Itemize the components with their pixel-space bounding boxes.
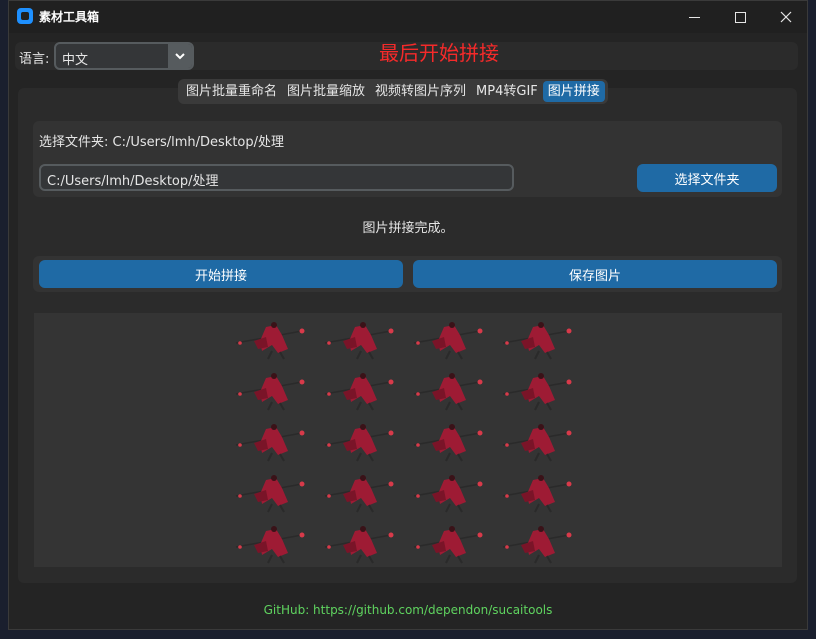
sprite-frame [235,373,305,411]
close-icon [780,11,792,23]
tab-batch-resize[interactable]: 图片批量缩放 [282,81,370,102]
sprite-frame [502,322,572,360]
maximize-icon [734,11,746,23]
close-button[interactable] [763,1,807,33]
folder-label: 选择文件夹: C:/Users/lmh/Desktop/处理 [39,135,285,150]
choose-folder-button[interactable]: 选择文件夹 [637,164,777,192]
sprite-frame [413,475,483,513]
sprite-frame [413,424,483,462]
sprite-frame [502,475,572,513]
tab-video-to-frames[interactable]: 视频转图片序列 [370,81,471,102]
tab-bar: 图片批量重命名 图片批量缩放 视频转图片序列 MP4转GIF 图片拼接 [178,79,608,104]
app-icon [17,8,33,24]
minimize-button[interactable] [671,1,717,33]
sprite-frame [502,526,572,564]
tab-image-stitch[interactable]: 图片拼接 [542,81,605,102]
tab-batch-rename[interactable]: 图片批量重命名 [181,81,282,102]
sprite-frame [502,373,572,411]
complete-message: 图片拼接完成。 [362,221,454,236]
save-image-button[interactable]: 保存图片 [413,260,777,288]
status-text: 最后开始拼接 [379,41,499,65]
sprite-frame [324,475,394,513]
sprite-frame [324,322,394,360]
sprite-frame [235,475,305,513]
sprite-frame [235,526,305,564]
minimize-icon [688,16,700,18]
maximize-button[interactable] [717,1,763,33]
title-bar: 素材工具箱 [9,1,807,33]
language-select[interactable]: 中文 [54,42,194,70]
sprite-frame [324,373,394,411]
sprite-frame [502,424,572,462]
language-label: 语言: [19,52,50,67]
window-title: 素材工具箱 [39,10,100,24]
sprite-frame [413,322,483,360]
folder-path-input[interactable]: C:/Users/lmh/Desktop/处理 [39,164,514,191]
github-link[interactable]: GitHub: https://github.com/dependon/suca… [0,603,816,617]
language-value: 中文 [62,53,89,68]
chevron-down-icon[interactable] [168,44,192,68]
tab-mp4-to-gif[interactable]: MP4转GIF [471,81,543,102]
sprite-frame [235,322,305,360]
sprite-frame [324,424,394,462]
stitched-preview [34,313,782,567]
sprite-frame [324,526,394,564]
sprite-frame [235,424,305,462]
sprite-frame [413,373,483,411]
start-stitch-button[interactable]: 开始拼接 [39,260,403,288]
sprite-frame [413,526,483,564]
